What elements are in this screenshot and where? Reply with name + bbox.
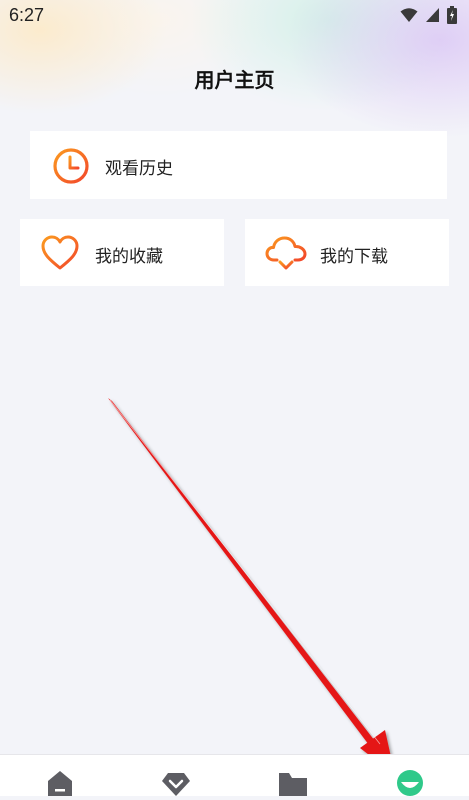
profile-icon [396, 769, 424, 796]
wifi-icon [400, 7, 418, 27]
nav-home[interactable] [45, 769, 75, 796]
my-downloads-button[interactable]: 我的下载 [245, 219, 449, 286]
watch-history-label: 观看历史 [105, 159, 173, 179]
nav-profile[interactable] [395, 769, 425, 796]
home-icon [46, 769, 74, 796]
heart-icon [40, 234, 80, 272]
status-icons [400, 6, 457, 28]
folder-icon [278, 769, 308, 796]
page-title: 用户主页 [194, 68, 275, 92]
status-time: 6:27 [9, 5, 45, 25]
my-downloads-label: 我的下载 [320, 247, 388, 267]
my-favorites-label: 我的收藏 [95, 247, 163, 267]
watch-history-button[interactable]: 观看历史 [30, 131, 447, 199]
my-favorites-button[interactable]: 我的收藏 [20, 219, 224, 286]
nav-folder[interactable] [278, 769, 308, 796]
battery-icon [447, 6, 457, 28]
signal-icon [425, 7, 440, 27]
clock-icon [52, 147, 90, 185]
nav-diamond[interactable] [161, 769, 191, 796]
bottom-navigation [0, 754, 469, 796]
status-bar: 6:27 [0, 0, 469, 34]
diamond-icon [161, 769, 191, 796]
cloud-download-icon [265, 233, 307, 273]
